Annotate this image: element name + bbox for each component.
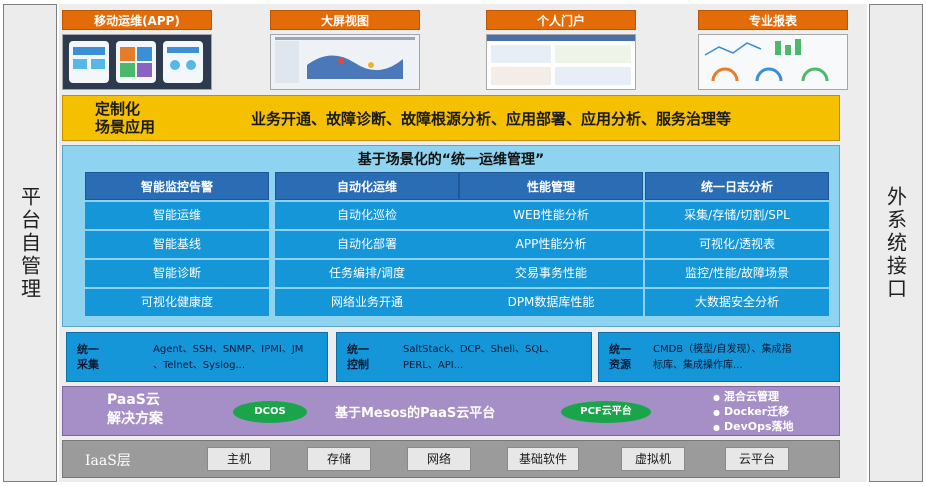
dcos-ellipse: DCOS xyxy=(233,401,307,423)
personal-portal-screenshot-icon xyxy=(486,34,636,90)
column-item: 可视化/透视表 xyxy=(645,231,829,258)
unify-text: Agent、SSH、SNMP、IPMI、JM 、Telnet、Syslog... xyxy=(153,344,304,371)
pcf-ellipse: PCF云平台 xyxy=(561,401,651,423)
iaas-item: 云平台 xyxy=(725,447,789,471)
external-interface-label: 外系统接口 xyxy=(883,185,908,301)
paas-feature-item: Docker迁移 xyxy=(713,405,794,420)
unify-label-line1: 统一 xyxy=(609,343,631,356)
app-row: 移动运维(APP) 大屏视图 个人门户 专业报表 xyxy=(62,10,852,96)
unify-label-line1: 统一 xyxy=(347,343,369,356)
app-reports: 专业报表 xyxy=(698,10,848,90)
column-performance: 性能管理 WEB性能分析 APP性能分析 交易事务性能 DPM数据库性能 xyxy=(459,172,643,316)
unify-label: 统一 采集 xyxy=(77,342,99,372)
paas-title-line1: PaaS云 xyxy=(107,392,160,408)
custom-scene-application-band: 定制化 场景应用 业务开通、故障诊断、故障根源分析、应用部署、应用分析、服务治理… xyxy=(62,95,840,141)
iaas-item: 存储 xyxy=(307,447,371,471)
column-item: 网络业务开通 xyxy=(275,289,459,316)
custom-title-line2: 场景应用 xyxy=(95,118,156,136)
app-personal-portal: 个人门户 xyxy=(486,10,636,90)
iaas-item: 网络 xyxy=(407,447,471,471)
paas-title-line2: 解决方案 xyxy=(107,411,163,427)
unify-label: 统一 资源 xyxy=(609,342,631,372)
custom-title-line1: 定制化 xyxy=(95,100,141,118)
column-automation: 自动化运维 自动化巡检 自动化部署 任务编排/调度 网络业务开通 xyxy=(275,172,459,316)
paas-feature-list: 混合云管理 Docker迁移 DevOps落地 xyxy=(713,390,794,435)
column-log-analysis: 统一日志分析 采集/存储/切割/SPL 可视化/透视表 监控/性能/故障场景 大… xyxy=(645,172,829,316)
app-title: 移动运维(APP) xyxy=(62,10,212,30)
column-intelligent-monitoring: 智能监控告警 智能运维 智能基线 智能诊断 可视化健康度 xyxy=(85,172,269,316)
iaas-item: 基础软件 xyxy=(507,447,579,471)
unify-label-line2: 采集 xyxy=(77,358,99,371)
column-head: 智能监控告警 xyxy=(85,172,269,200)
report-dashboard-screenshot-icon xyxy=(698,34,848,90)
unified-control-block: 统一 控制 SaltStack、DCP、Shell、SQL、 PERL、API.… xyxy=(336,332,592,382)
column-item: 自动化巡检 xyxy=(275,202,459,229)
column-item: DPM数据库性能 xyxy=(459,289,643,316)
column-item: WEB性能分析 xyxy=(459,202,643,229)
app-title: 专业报表 xyxy=(698,10,848,30)
paas-cloud-block: PaaS云 解决方案 DCOS 基于Mesos的PaaS云平台 PCF云平台 混… xyxy=(62,386,840,436)
column-item: 可视化健康度 xyxy=(85,289,269,316)
iaas-title: IaaS层 xyxy=(85,453,131,469)
unify-label-line2: 控制 xyxy=(347,358,369,371)
column-head: 统一日志分析 xyxy=(645,172,829,200)
unify-label-line1: 统一 xyxy=(77,343,99,356)
platform-self-management-label: 平台自管理 xyxy=(17,185,42,301)
unified-ops-management-block: 基于场景化的“统一运维管理” 智能监控告警 智能运维 智能基线 智能诊断 可视化… xyxy=(62,145,840,327)
app-big-screen: 大屏视图 xyxy=(270,10,420,90)
column-item: 任务编排/调度 xyxy=(275,260,459,287)
unified-resources-block: 统一 资源 CMDB（模型/自发现）、集成指 标库、集成操作库... xyxy=(598,332,840,382)
iaas-item: 虚拟机 xyxy=(621,447,685,471)
ops-title: 基于场景化的“统一运维管理” xyxy=(357,152,545,168)
app-mobile: 移动运维(APP) xyxy=(62,10,212,90)
app-title: 大屏视图 xyxy=(270,10,420,30)
custom-scene-title: 定制化 场景应用 xyxy=(95,100,155,136)
unify-text: CMDB（模型/自发现）、集成指 标库、集成操作库... xyxy=(653,344,792,371)
column-item: 采集/存储/切割/SPL xyxy=(645,202,829,229)
unified-collection-block: 统一 采集 Agent、SSH、SNMP、IPMI、JM 、Telnet、Sys… xyxy=(66,332,328,382)
column-head: 性能管理 xyxy=(459,172,643,200)
column-head: 自动化运维 xyxy=(275,172,459,200)
column-item: 智能基线 xyxy=(85,231,269,258)
column-item: 自动化部署 xyxy=(275,231,459,258)
iaas-item: 主机 xyxy=(207,447,271,471)
platform-self-management-panel: 平台自管理 xyxy=(3,4,57,482)
iaas-layer-block: IaaS层 主机 存储 网络 基础软件 虚拟机 云平台 xyxy=(62,440,840,478)
column-item: APP性能分析 xyxy=(459,231,643,258)
external-interface-panel: 外系统接口 xyxy=(869,4,923,482)
custom-scene-text: 业务开通、故障诊断、故障根源分析、应用部署、应用分析、服务治理等 xyxy=(251,110,732,128)
unify-label-line2: 资源 xyxy=(609,358,631,371)
column-item: 大数据安全分析 xyxy=(645,289,829,316)
column-item: 智能诊断 xyxy=(85,260,269,287)
column-item: 智能运维 xyxy=(85,202,269,229)
paas-title: PaaS云 解决方案 xyxy=(107,391,163,429)
column-item: 监控/性能/故障场景 xyxy=(645,260,829,287)
big-screen-map-screenshot-icon xyxy=(270,34,420,90)
mobile-app-screenshot-icon xyxy=(62,34,212,90)
column-item: 交易事务性能 xyxy=(459,260,643,287)
unify-label: 统一 控制 xyxy=(347,342,369,372)
paas-feature-item: DevOps落地 xyxy=(713,420,794,435)
app-title: 个人门户 xyxy=(486,10,636,30)
paas-feature-item: 混合云管理 xyxy=(713,390,794,405)
unify-text: SaltStack、DCP、Shell、SQL、 PERL、API... xyxy=(403,344,555,371)
paas-main-text: 基于Mesos的PaaS云平台 xyxy=(335,406,496,421)
